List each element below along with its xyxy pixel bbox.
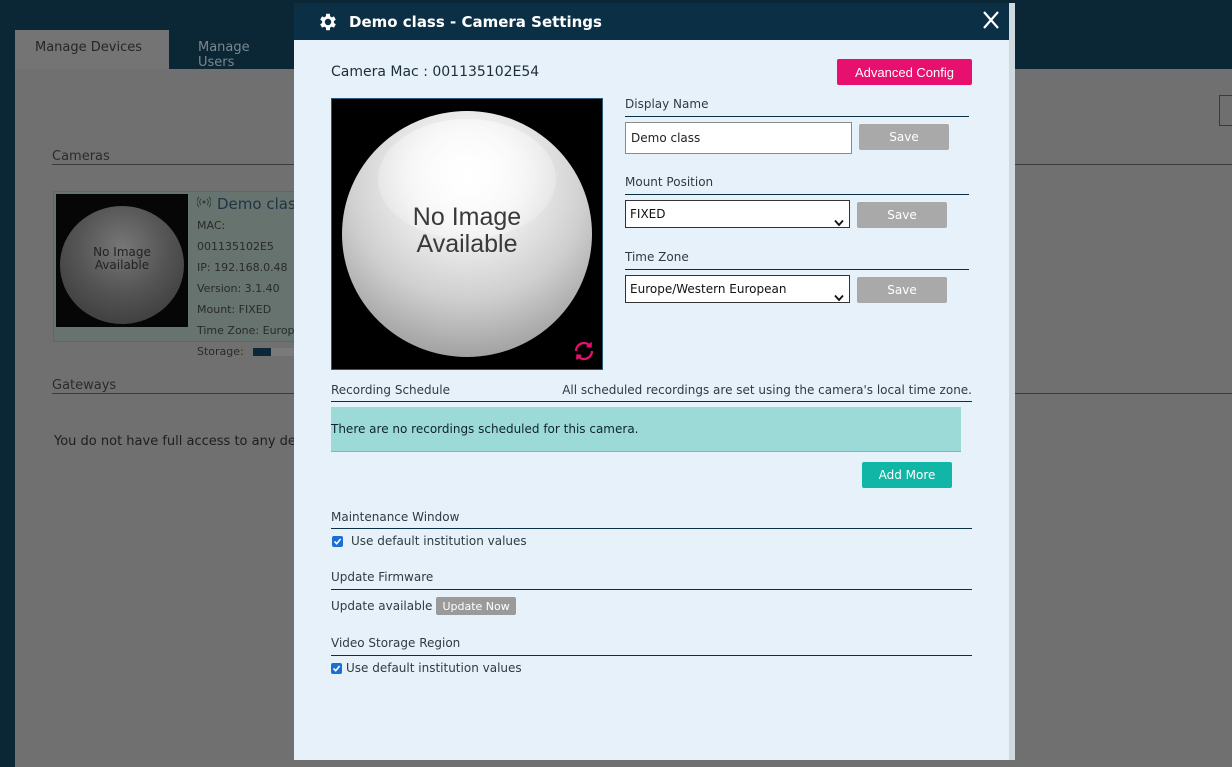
update-now-button[interactable]: Update Now <box>436 597 516 615</box>
gateways-divider-right <box>1015 393 1232 394</box>
recording-schedule-label: Recording Schedule <box>331 383 450 397</box>
gateways-message: You do not have full access to any devi <box>54 434 308 449</box>
time-zone-select[interactable]: Europe/Western European <box>625 275 850 303</box>
gateways-heading: Gateways <box>52 378 117 393</box>
time-zone-label: Time Zone <box>625 250 689 264</box>
storage-label: Storage: <box>197 345 244 358</box>
gateways-divider <box>52 393 294 394</box>
no-image-text: No Image Available <box>60 246 184 272</box>
camera-preview: No Image Available <box>331 98 603 370</box>
mount-position-divider <box>625 194 969 195</box>
storage-region-default-label: Use default institution values <box>346 661 522 675</box>
cameras-divider-right <box>1015 164 1232 165</box>
time-zone-divider <box>625 269 969 270</box>
display-name-divider <box>625 116 969 117</box>
maintenance-window-label: Maintenance Window <box>331 510 460 524</box>
display-name-label: Display Name <box>625 97 709 111</box>
dialog-scrollbar[interactable] <box>1009 3 1015 760</box>
storage-region-default-row: Use default institution values <box>331 661 522 675</box>
refresh-icon[interactable] <box>572 339 596 363</box>
camera-card-ip: IP: 192.168.0.48 <box>197 261 288 274</box>
gear-icon <box>317 11 339 33</box>
chevron-down-icon <box>834 285 844 302</box>
camera-card-version: Version: 3.1.40 <box>197 282 280 295</box>
camera-card-info: Demo clas MAC: 001135102E5 IP: 192.168.0… <box>196 194 302 362</box>
storage-region-default-checkbox[interactable] <box>331 662 342 674</box>
placeholder-orb: No Image Available <box>342 111 592 357</box>
storage-region-divider <box>331 655 972 656</box>
mount-position-value: FIXED <box>630 207 666 221</box>
firmware-divider <box>331 589 972 590</box>
advanced-config-button[interactable]: Advanced Config <box>837 59 972 85</box>
dialog-header: Demo class - Camera Settings <box>294 3 1009 40</box>
tab-manage-devices[interactable]: Manage Devices <box>15 30 169 69</box>
wireless-signal-icon <box>196 194 212 215</box>
dialog-title: Demo class - Camera Settings <box>349 13 602 31</box>
storage-bar <box>253 348 300 356</box>
camera-mac-label: Camera Mac : 001135102E54 <box>331 64 540 80</box>
no-image-text: No Image Available <box>342 204 592 258</box>
camera-card-mount: Mount: FIXED <box>197 303 272 316</box>
camera-settings-dialog: Demo class - Camera Settings Camera Mac … <box>294 3 1015 760</box>
no-recordings-message: There are no recordings scheduled for th… <box>331 407 961 452</box>
placeholder-orb: No Image Available <box>60 206 184 324</box>
cameras-heading: Cameras <box>52 149 110 164</box>
maintenance-default-checkbox[interactable] <box>332 535 343 547</box>
recording-divider <box>331 401 972 402</box>
no-image-line2: Available <box>416 230 518 258</box>
maintenance-default-label: Use default institution values <box>351 534 527 548</box>
tab-manage-users[interactable]: Manage Users <box>178 30 308 70</box>
camera-card-timezone: Time Zone: Europ <box>197 324 295 337</box>
maintenance-divider <box>331 528 972 529</box>
save-time-zone-button[interactable]: Save <box>857 277 947 303</box>
left-bar <box>0 0 15 767</box>
no-image-line2: Available <box>94 258 150 272</box>
firmware-status-row: Update available Update Now <box>331 597 516 615</box>
no-image-line1: No Image <box>412 203 522 231</box>
mount-position-label: Mount Position <box>625 175 714 189</box>
chevron-down-icon <box>834 210 844 227</box>
time-zone-value: Europe/Western European <box>630 282 787 296</box>
background-edge-button[interactable] <box>1219 95 1232 126</box>
mount-position-select[interactable]: FIXED <box>625 200 850 228</box>
save-mount-position-button[interactable]: Save <box>857 202 947 228</box>
update-firmware-label: Update Firmware <box>331 570 434 584</box>
camera-card[interactable]: No Image Available Demo clas MAC: 001135… <box>53 191 303 358</box>
maintenance-default-row: Use default institution values <box>332 534 527 548</box>
add-more-button[interactable]: Add More <box>862 462 952 488</box>
camera-card-title[interactable]: Demo clas <box>217 194 296 215</box>
camera-card-mac: MAC: 001135102E5 <box>197 219 274 253</box>
display-name-input[interactable] <box>625 122 852 154</box>
cameras-divider <box>52 164 294 165</box>
camera-card-storage: Storage: <box>197 341 302 362</box>
video-storage-region-label: Video Storage Region <box>331 636 461 650</box>
recording-timezone-note: All scheduled recordings are set using t… <box>562 383 972 397</box>
firmware-status-text: Update available <box>331 599 433 613</box>
camera-card-thumbnail: No Image Available <box>56 194 188 327</box>
save-display-name-button[interactable]: Save <box>859 124 949 150</box>
close-icon[interactable] <box>982 9 1000 31</box>
